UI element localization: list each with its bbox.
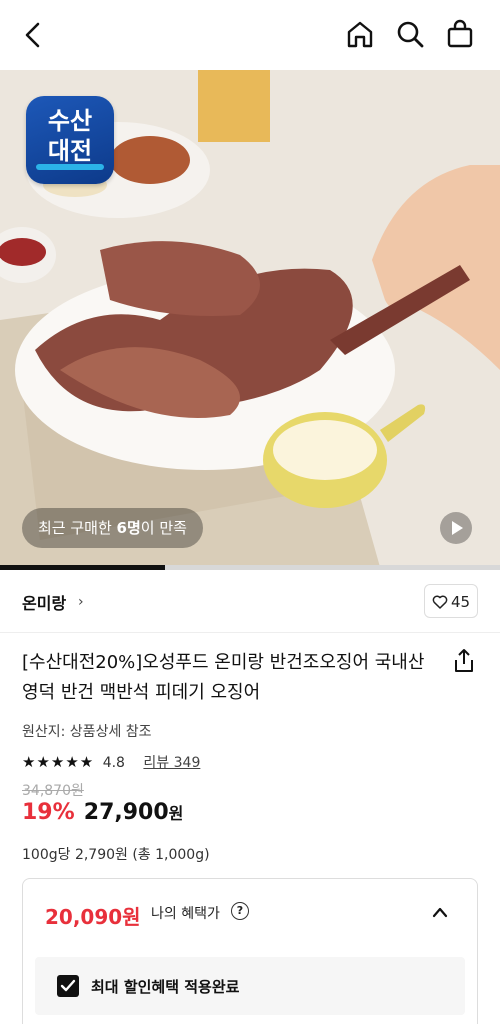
sale-price: 27,900 [83,800,169,825]
star-rating-icon: ★★★★★ [22,753,95,771]
recent-buyers-badge: 최근 구매한 6명이 만족 [22,508,203,548]
carousel-progress-fill [0,565,165,570]
unit-price: 100g당 2,790원 (총 1,000g) [22,847,210,863]
original-price: 34,870원 [22,783,84,799]
buyer-prefix: 최근 구매한 [38,519,117,537]
logo-text-line1: 수산 [47,107,93,135]
like-count: 45 [451,593,471,611]
home-icon[interactable] [344,18,376,50]
brand-badge-logo: 수산 대전 [26,96,114,184]
rating-row: ★★★★★ 4.8 리뷰 349 [22,752,200,772]
buyer-suffix: 이 만족 [140,519,187,537]
chevron-right-icon[interactable]: › [78,594,84,610]
benefit-price-card: 20,090원 나의 혜택가 ? 최대 할인혜택 적용완료 [22,878,478,1024]
logo-wave [36,164,104,170]
logo-text-line2: 대전 [47,137,93,165]
price-row: 19% 27,900원 [22,800,183,832]
checkbox-checked-icon[interactable] [57,975,79,997]
seller-name-link[interactable]: 온미랑 [22,590,66,614]
max-discount-applied-row[interactable]: 최대 할인혜택 적용완료 [35,957,465,1015]
chevron-up-icon[interactable] [431,905,449,919]
review-count-link[interactable]: 리뷰 349 [143,752,200,772]
shopping-bag-icon[interactable] [444,18,476,50]
discount-rate: 19% [22,800,75,825]
benefit-price: 20,090원 [45,905,141,929]
applied-label: 최대 할인혜택 적용완료 [91,978,240,996]
buyer-count: 6명 [116,519,141,537]
product-title: [수산대전20%]오성푸드 온미랑 반건조오징어 국내산 영덕 반건 맥반석 피… [22,652,425,703]
share-icon[interactable] [452,648,476,674]
heart-icon [432,595,448,609]
top-app-bar [0,0,500,70]
like-button[interactable]: 45 [424,584,478,618]
section-divider [0,632,500,633]
product-image-carousel[interactable]: 수산 대전 최근 구매한 6명이 만족 [0,70,500,567]
play-icon[interactable] [440,512,472,544]
rating-score: 4.8 [102,755,125,771]
seller-row: 온미랑 › 45 [0,578,500,628]
help-icon[interactable]: ? [231,902,249,920]
back-chevron-icon[interactable] [16,18,50,52]
search-icon[interactable] [394,18,426,50]
origin-info: 원산지: 상품상세 참조 [22,724,152,740]
carousel-progress-bar [0,565,500,570]
checkmark-icon [60,979,76,992]
price-unit: 원 [168,804,184,823]
benefit-label: 나의 혜택가 [151,906,220,922]
